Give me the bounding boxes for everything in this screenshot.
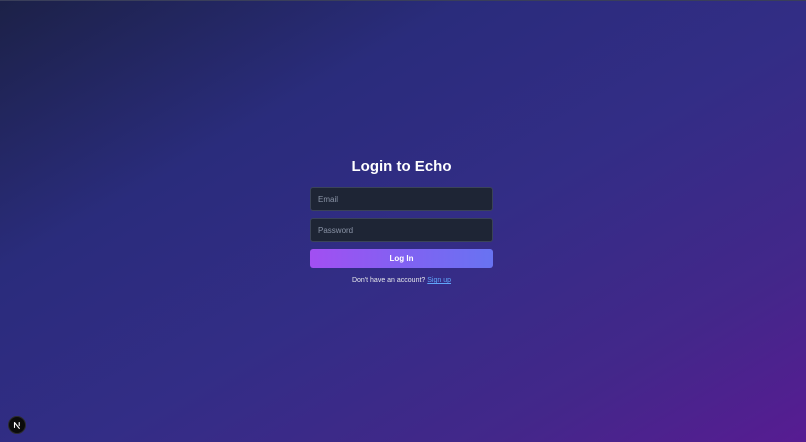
window-top-border (0, 0, 806, 1)
login-button[interactable]: Log In (310, 249, 493, 268)
nextjs-dev-indicator[interactable] (8, 416, 26, 434)
signup-link[interactable]: Sign up (427, 277, 451, 284)
email-input[interactable] (310, 187, 493, 211)
login-form: Login to Echo Log In Don't have an accou… (310, 156, 493, 284)
nextjs-icon (13, 421, 20, 429)
password-input[interactable] (310, 218, 493, 242)
page-title: Login to Echo (351, 158, 452, 175)
signup-prompt: Don't have an account? Sign up (310, 277, 493, 284)
signup-prompt-text: Don't have an account? (351, 277, 426, 284)
